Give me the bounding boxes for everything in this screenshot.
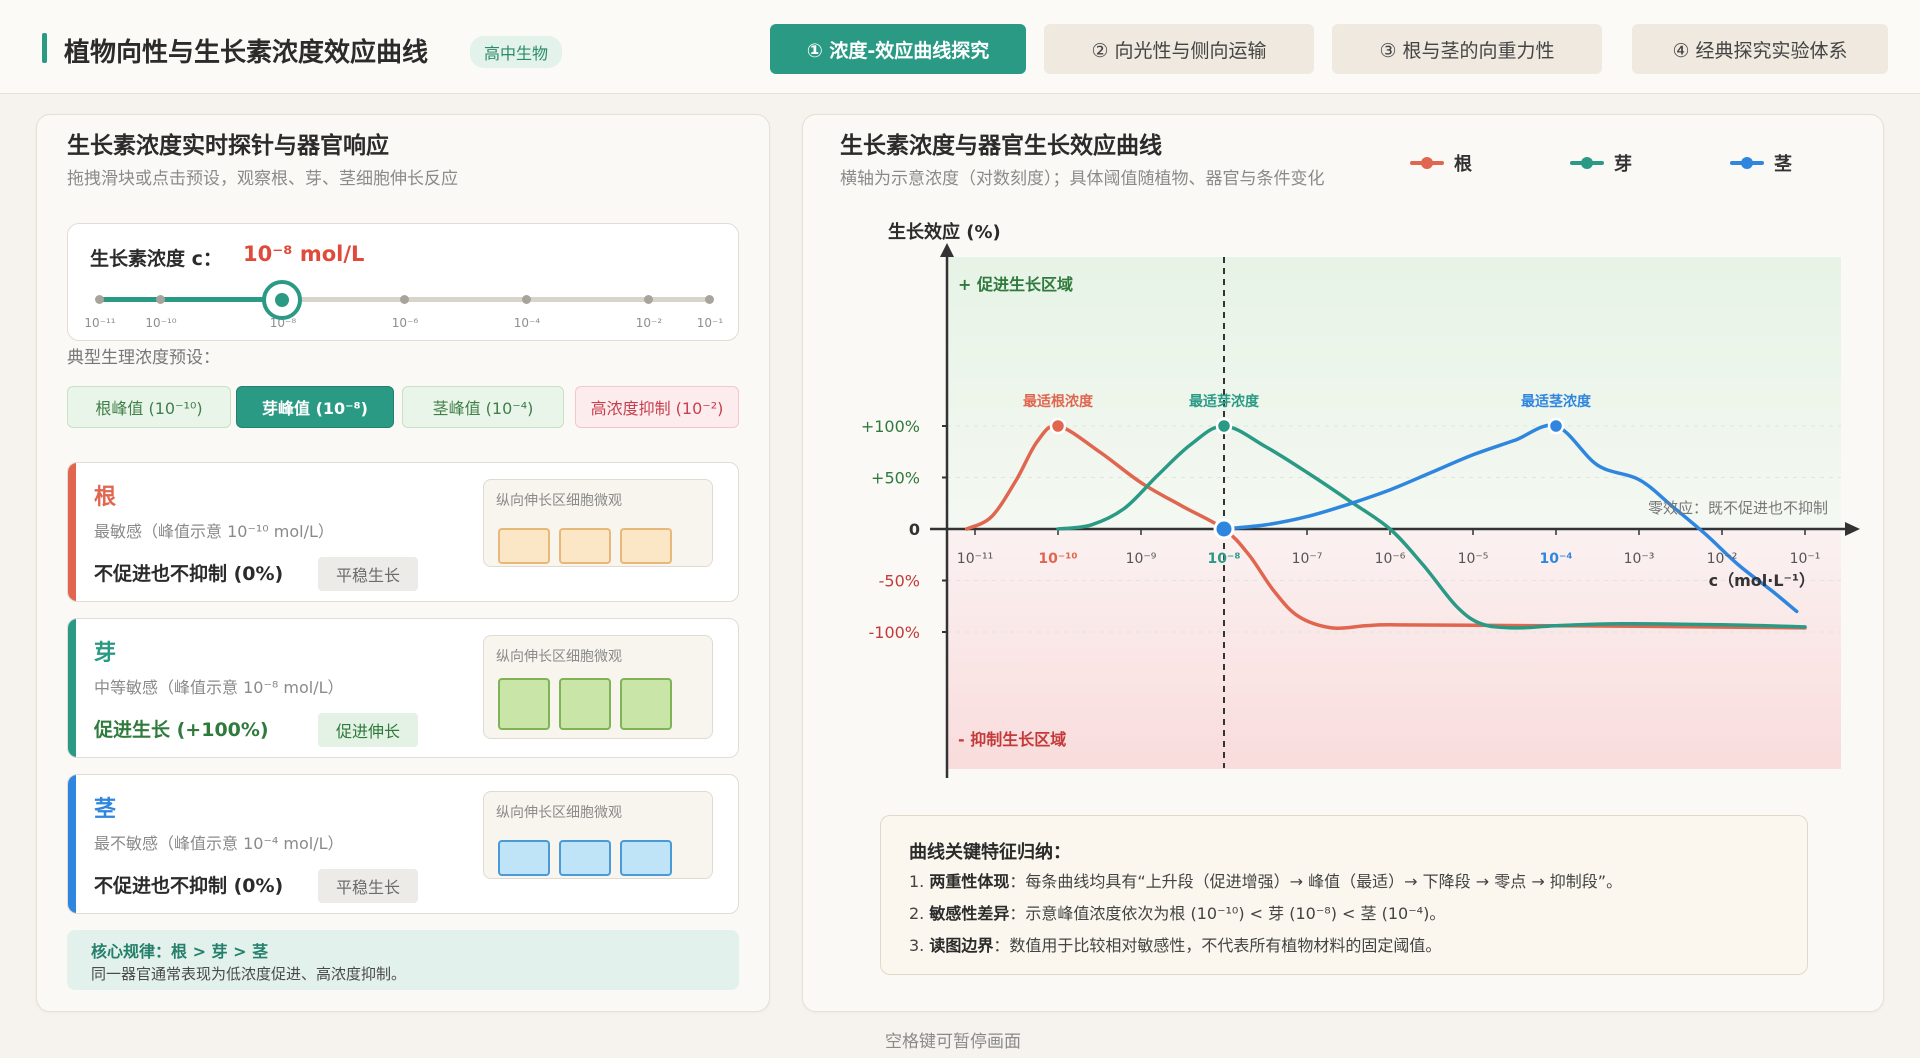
- x-tick-label: 10⁻⁹: [1126, 551, 1157, 567]
- peak-marker: [1049, 417, 1067, 435]
- x-tick-label: 10⁻¹: [1790, 551, 1821, 567]
- x-tick-label: 10⁻⁵: [1458, 551, 1489, 567]
- summary-item-heading: 敏感性差异: [929, 904, 1010, 923]
- pause-hint: 空格键可暂停画面: [885, 1032, 1021, 1052]
- x-tick-label: 10⁻¹¹: [957, 551, 993, 567]
- summary-item: 1. 两重性体现：每条曲线均具有“上升段（促进增强）→ 峰值（最适）→ 下降段 …: [909, 868, 1622, 892]
- x-tick-label: 10⁻²: [1707, 551, 1738, 567]
- summary-title: 曲线关键特征归纳：: [909, 842, 1071, 863]
- peak-marker: [1547, 417, 1565, 435]
- peak-marker: [1215, 417, 1233, 435]
- summary-item-text: ：示意峰值浓度依次为根 (10⁻¹⁰) < 芽 (10⁻⁸) < 茎 (10⁻⁴…: [1009, 904, 1446, 923]
- x-tick-label: 10⁻⁶: [1375, 551, 1406, 567]
- summary-item-text: ：每条曲线均具有“上升段（促进增强）→ 峰值（最适）→ 下降段 → 零点 → 抑…: [1009, 872, 1623, 891]
- y-tick-label: 0: [909, 520, 920, 539]
- summary-box: 曲线关键特征归纳： 1. 两重性体现：每条曲线均具有“上升段（促进增强）→ 峰值…: [880, 815, 1808, 975]
- summary-item: 3. 读图边界：数值用于比较相对敏感性，不代表所有植物材料的固定阈值。: [909, 932, 1441, 956]
- x-tick-label: 10⁻⁴: [1539, 551, 1572, 567]
- y-axis-arrow: [940, 243, 954, 257]
- y-tick-label: +100%: [861, 417, 920, 436]
- y-tick-label: -50%: [879, 572, 920, 591]
- y-axis-label: 生长效应 (%): [888, 221, 1001, 243]
- x-tick-label: 10⁻⁷: [1292, 551, 1323, 567]
- peak-label: 最适茎浓度: [1521, 393, 1592, 410]
- x-tick-label: 10⁻³: [1624, 551, 1655, 567]
- x-tick-label: 10⁻⁸: [1207, 551, 1240, 567]
- x-axis-label: c（mol·L⁻¹）: [1709, 571, 1815, 590]
- summary-item: 2. 敏感性差异：示意峰值浓度依次为根 (10⁻¹⁰) < 芽 (10⁻⁸) <…: [909, 900, 1445, 924]
- summary-item-number: 2.: [909, 904, 925, 923]
- y-tick-label: -100%: [868, 623, 920, 642]
- summary-item-number: 1.: [909, 872, 925, 891]
- x-tick-label: 10⁻¹⁰: [1038, 551, 1077, 567]
- probe-marker: [1213, 518, 1235, 540]
- x-axis-arrow: [1845, 522, 1860, 536]
- inhibit-region-label: - 抑制生长区域: [958, 730, 1066, 749]
- zero-effect-label: 零效应：既不促进也不抑制: [1648, 499, 1828, 517]
- summary-item-text: ：数值用于比较相对敏感性，不代表所有植物材料的固定阈值。: [993, 936, 1442, 955]
- promote-region-label: + 促进生长区域: [958, 275, 1073, 294]
- y-tick-label: +50%: [871, 469, 920, 488]
- peak-label: 最适根浓度: [1023, 393, 1094, 410]
- summary-item-number: 3.: [909, 936, 925, 955]
- peak-label: 最适芽浓度: [1189, 393, 1260, 410]
- summary-item-heading: 两重性体现: [929, 872, 1010, 891]
- summary-item-heading: 读图边界: [929, 936, 994, 955]
